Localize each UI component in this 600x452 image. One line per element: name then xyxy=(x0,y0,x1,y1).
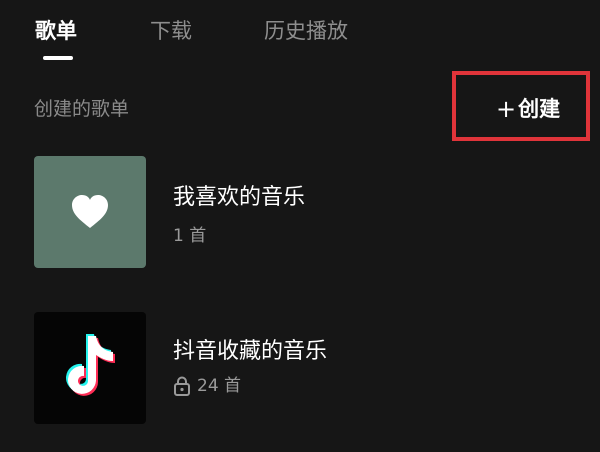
plus-icon: + xyxy=(496,95,517,123)
playlist-cover xyxy=(34,156,146,268)
playlist-title: 我喜欢的音乐 xyxy=(173,185,306,210)
create-label: 创建 xyxy=(518,97,561,121)
tab-playlists[interactable]: 歌单 xyxy=(35,14,77,48)
heart-icon xyxy=(72,195,108,228)
created-playlists-header: 创建的歌单 + 创建 xyxy=(0,71,600,141)
douyin-logo-icon xyxy=(66,334,115,396)
playlist-title: 抖音收藏的音乐 xyxy=(173,339,328,364)
playlist-count: 1 首 xyxy=(173,226,207,246)
playlist-item-liked[interactable]: 我喜欢的音乐 1 首 xyxy=(0,156,600,296)
playlist-count-row: 24 首 xyxy=(173,373,241,399)
tab-history[interactable]: 历史播放 xyxy=(264,14,348,48)
lock-icon xyxy=(174,376,190,396)
tab-downloads[interactable]: 下载 xyxy=(150,14,192,48)
playlist-item-douyin[interactable]: 抖音收藏的音乐 24 首 xyxy=(0,312,600,452)
active-tab-indicator xyxy=(43,56,73,60)
playlist-count: 24 首 xyxy=(197,376,242,396)
playlist-cover xyxy=(34,312,146,424)
section-title: 创建的歌单 xyxy=(34,98,130,120)
top-tab-bar: 歌单 下载 历史播放 xyxy=(0,0,600,72)
create-playlist-button[interactable]: + 创建 xyxy=(496,94,560,124)
